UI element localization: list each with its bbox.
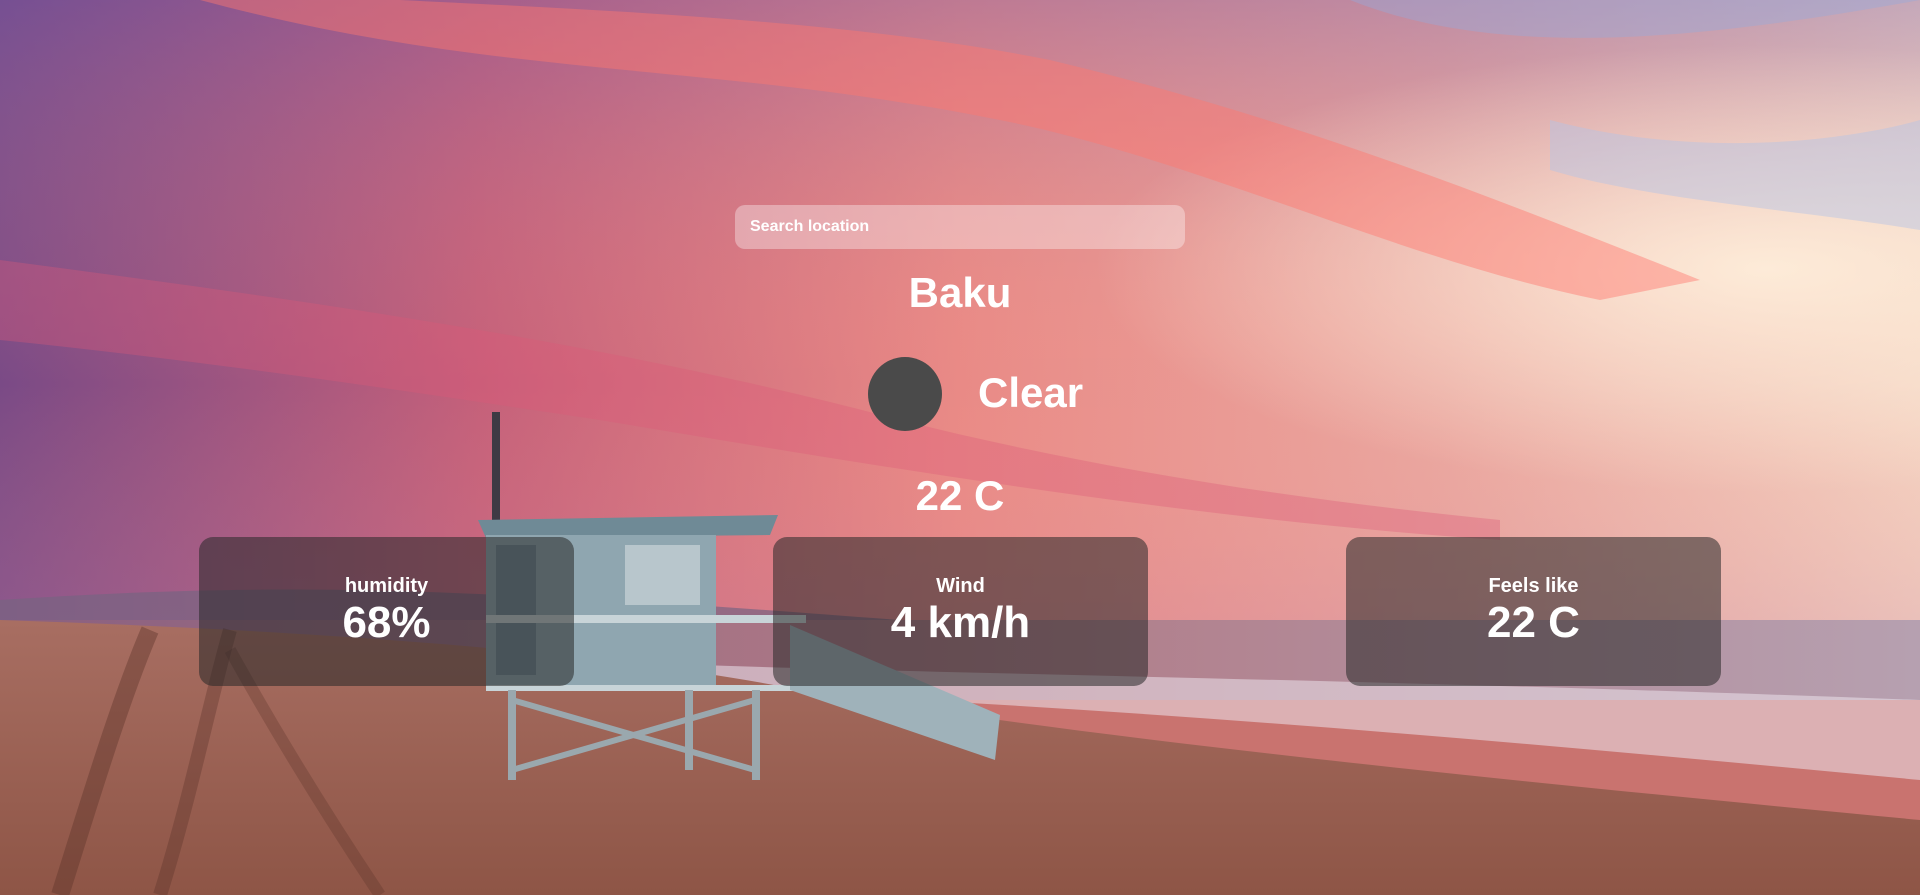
weather-condition-icon <box>868 357 942 431</box>
humidity-label: humidity <box>344 575 429 597</box>
wind-label: Wind <box>936 575 985 597</box>
current-temperature: 22 C <box>915 472 1005 519</box>
wind-card: Wind 4 km/h <box>773 537 1148 686</box>
background-image <box>0 0 1920 895</box>
city-name: Baku <box>908 269 1012 316</box>
weather-condition-text: Clear <box>978 369 1084 416</box>
feels-like-value: 22 C <box>1487 598 1580 647</box>
search-input[interactable] <box>735 205 1185 249</box>
feels-like-card: Feels like 22 C <box>1346 537 1721 686</box>
search-bar <box>735 205 1185 249</box>
wind-value: 4 km/h <box>890 598 1031 647</box>
feels-like-label: Feels like <box>1488 575 1579 597</box>
app-root: Baku Clear 22 C humidity 68% Wind 4 km/h… <box>0 0 1920 895</box>
humidity-card: humidity 68% <box>199 537 574 686</box>
humidity-value: 68% <box>342 598 431 647</box>
